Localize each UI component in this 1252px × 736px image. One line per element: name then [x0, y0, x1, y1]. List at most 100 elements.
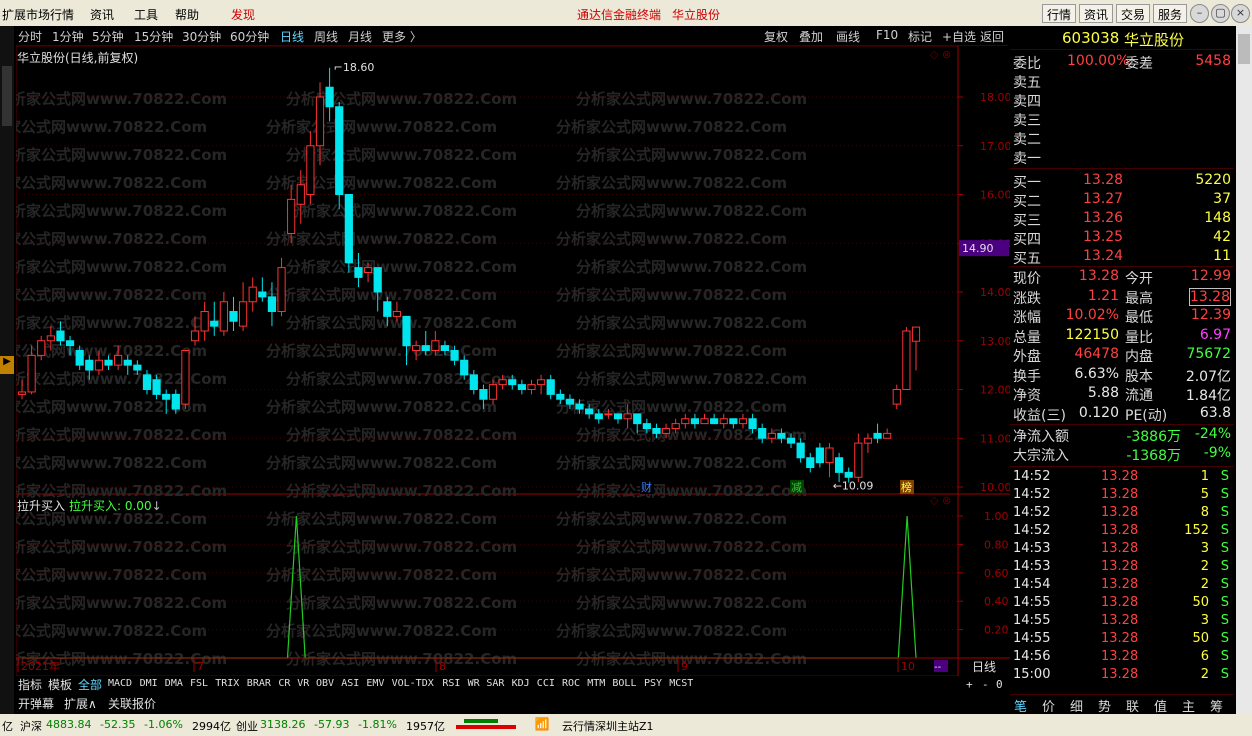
tool-button-1[interactable]: 叠加: [799, 28, 823, 45]
tick-price: 13.28: [1101, 487, 1139, 502]
stat-value: 6.97: [1199, 326, 1231, 343]
menu-discover[interactable]: 发现: [231, 6, 255, 23]
period-4[interactable]: 30分钟: [182, 28, 221, 45]
event-marker[interactable]: 榜: [900, 480, 914, 494]
event-marker[interactable]: 财: [640, 480, 654, 494]
indicator-tab[interactable]: 模板: [48, 676, 72, 693]
tool-button-5[interactable]: +自选: [942, 28, 976, 45]
minimize-icon[interactable]: –: [1190, 4, 1209, 23]
y-tick-label: 18.00: [980, 91, 1010, 104]
indicator-tab[interactable]: VOL-TDX: [392, 678, 434, 689]
tab-ctrl-button[interactable]: +: [966, 678, 973, 691]
buy-volume: 42: [1213, 229, 1231, 245]
quote-tab[interactable]: 细: [1070, 696, 1083, 715]
quote-tab[interactable]: 笔: [1014, 696, 1027, 715]
tool-button-4[interactable]: 标记: [908, 28, 932, 45]
server-label[interactable]: 云行情深圳主站Z1: [562, 718, 654, 734]
cy-change: -57.93: [314, 718, 350, 731]
buy-price: 13.27: [1083, 191, 1124, 207]
indicator-tab[interactable]: FSL: [190, 678, 208, 689]
watermark-text: 分析家公式网www.70822.Com: [576, 258, 807, 276]
maximize-icon[interactable]: ▢: [1211, 4, 1230, 23]
quote-tab[interactable]: 价: [1042, 696, 1055, 715]
indicator-tab[interactable]: VR: [297, 678, 309, 689]
menu-tools[interactable]: 工具: [134, 6, 158, 23]
period-7[interactable]: 周线: [314, 28, 338, 45]
period-3[interactable]: 15分钟: [134, 28, 173, 45]
stat-value: 75672: [1186, 346, 1231, 362]
period-2[interactable]: 5分钟: [92, 28, 124, 45]
tool-button-0[interactable]: 复权: [764, 28, 788, 45]
quote-tab[interactable]: 势: [1098, 696, 1111, 715]
indicator-tab[interactable]: RSI: [442, 678, 460, 689]
candle: [527, 379, 536, 395]
indicator-tab[interactable]: 指标: [18, 676, 42, 693]
menu-market[interactable]: 扩展市场行情: [2, 6, 74, 23]
linked-quote-button[interactable]: 关联报价: [108, 695, 156, 712]
tool-button-3[interactable]: F10: [876, 28, 898, 42]
left-scroll-handle[interactable]: [2, 66, 12, 126]
menu-news[interactable]: 资讯: [90, 6, 114, 23]
tool-button-6[interactable]: 返回: [980, 28, 1004, 45]
watermark-text: 分析家公式网www.70822.Com: [556, 342, 787, 360]
period-0[interactable]: 分时: [18, 28, 42, 45]
danmu-button[interactable]: 开弹幕: [18, 695, 54, 712]
sell-label: 卖二: [1013, 132, 1041, 148]
indicator-tab[interactable]: DMA: [165, 678, 183, 689]
indicator-tab[interactable]: KDJ: [512, 678, 530, 689]
indicator-tab[interactable]: BRAR: [247, 678, 271, 689]
indicator-tab[interactable]: 全部: [78, 676, 102, 693]
tab-ctrl-button[interactable]: 0: [996, 678, 1003, 691]
period-9[interactable]: 更多 〉: [382, 28, 422, 45]
sys-button-trade[interactable]: 交易: [1116, 4, 1151, 23]
quote-tab[interactable]: 主: [1182, 696, 1195, 715]
quote-tab[interactable]: 值: [1154, 696, 1167, 715]
scrollbar[interactable]: [1236, 26, 1252, 714]
period-8[interactable]: 月线: [348, 28, 372, 45]
indicator-tab[interactable]: TRIX: [215, 678, 239, 689]
indicator-tab[interactable]: PSY: [644, 678, 662, 689]
indicator-tab[interactable]: DMI: [140, 678, 158, 689]
indicator-tab[interactable]: MTM: [587, 678, 605, 689]
indicator-tab[interactable]: BOLL: [612, 678, 636, 689]
chart-option-icon[interactable]: ◇ ⊗: [930, 48, 951, 61]
flow-pct: -9%: [1203, 445, 1231, 461]
indicator-tab[interactable]: ASI: [341, 678, 359, 689]
indicator-tab[interactable]: EMV: [366, 678, 384, 689]
period-1[interactable]: 1分钟: [52, 28, 84, 45]
sys-button-news[interactable]: 资讯: [1079, 4, 1114, 23]
scrollbar-thumb[interactable]: [1238, 34, 1250, 64]
watermark-text: 分析家公式网www.70822.Com: [576, 650, 807, 668]
quote-header: 603038 华立股份: [1010, 26, 1234, 50]
quote-tab[interactable]: 筹: [1210, 696, 1223, 715]
indicator-tab[interactable]: MACD: [108, 678, 132, 689]
close-icon[interactable]: ×: [1231, 4, 1250, 23]
collapse-arrow-icon[interactable]: ▶: [0, 356, 14, 374]
indicator-tab[interactable]: CR: [278, 678, 290, 689]
watermark-text: 分析家公式网www.70822.Com: [556, 286, 787, 304]
indicator-y-label: 0.80: [984, 538, 1009, 551]
buy-price: 13.26: [1083, 210, 1124, 226]
indicator-tab[interactable]: WR: [468, 678, 480, 689]
expand-button[interactable]: 扩展∧: [64, 695, 97, 712]
indicator-option-icon[interactable]: ◇ ⊗: [930, 494, 951, 507]
date-label: 2021年: [21, 659, 60, 673]
tab-ctrl-button[interactable]: -: [982, 678, 989, 691]
sys-button-quote[interactable]: 行情: [1042, 4, 1077, 23]
period-6[interactable]: 日线: [280, 28, 304, 45]
indicator-tab[interactable]: MCST: [669, 678, 693, 689]
indicator-tab[interactable]: ROC: [562, 678, 580, 689]
date-label: 9: [681, 660, 688, 673]
menu-help[interactable]: 帮助: [175, 6, 199, 23]
period-5[interactable]: 60分钟: [230, 28, 269, 45]
event-marker[interactable]: 减: [790, 480, 804, 494]
quote-tab[interactable]: 联: [1126, 696, 1139, 715]
sys-button-service[interactable]: 服务: [1153, 4, 1188, 23]
kline-chart[interactable]: 分析家公式网www.70822.Com 分析家公式网www.70822.Com 分析…: [16, 46, 1010, 676]
indicator-tab[interactable]: CCI: [537, 678, 555, 689]
watermark-text: 分析家公式网www.70822.Com: [576, 202, 807, 220]
indicator-tab[interactable]: SAR: [486, 678, 504, 689]
stat-label: 最低: [1125, 310, 1153, 326]
tool-button-2[interactable]: 画线: [836, 28, 860, 45]
indicator-tab[interactable]: OBV: [316, 678, 334, 689]
